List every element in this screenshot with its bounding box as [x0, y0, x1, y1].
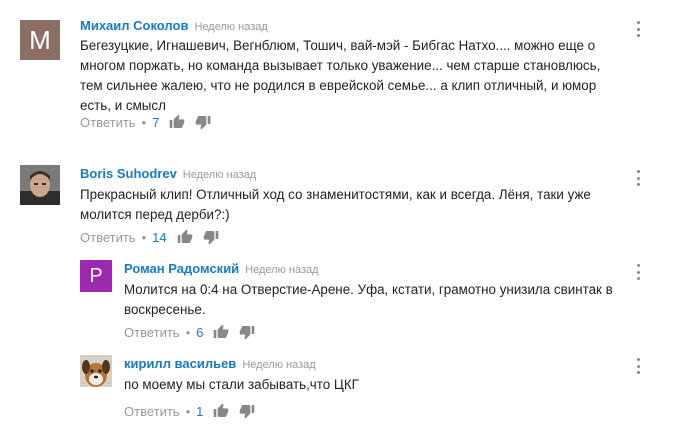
comment-header: Михаил Соколов Неделю назад [80, 17, 268, 35]
like-count: 1 [196, 403, 204, 419]
comment-time[interactable]: Неделю назад [183, 169, 256, 181]
comment-text-line: есть, и смысл [80, 98, 166, 113]
comment-actions: Ответить • 1 [124, 403, 265, 419]
more-vertical-icon[interactable] [636, 170, 640, 186]
thumbs-up-icon[interactable] [213, 403, 229, 419]
comment-text-line: многом поржать, но команда вызывает толь… [80, 58, 601, 73]
comment-header: Boris Suhodrev Неделю назад [80, 165, 256, 183]
thumbs-down-icon[interactable] [203, 229, 219, 245]
person-photo-avatar [20, 165, 60, 205]
separator-dot: • [141, 229, 147, 245]
avatar-letter: P [89, 264, 103, 287]
comment-header: кирилл васильев Неделю назад [124, 355, 316, 373]
comment-actions: Ответить • 7 [80, 114, 221, 130]
reply-button[interactable]: Ответить [124, 404, 180, 419]
reply-button[interactable]: Ответить [124, 325, 180, 340]
comment-text-line: воскресенье. [124, 302, 206, 317]
comment-text: Прекрасный клип! Отличный ход со знамени… [80, 185, 640, 225]
more-vertical-icon[interactable] [636, 264, 640, 280]
more-vertical-icon[interactable] [636, 21, 640, 37]
comment-time[interactable]: Неделю назад [245, 264, 318, 276]
comment-header: Роман Радомский Неделю назад [124, 260, 319, 278]
reply-button[interactable]: Ответить [80, 230, 136, 245]
comment-author[interactable]: Роман Радомский [124, 261, 239, 276]
avatar-letter: M [29, 24, 51, 55]
separator-dot: • [185, 403, 191, 419]
like-count: 6 [196, 324, 204, 340]
comment-text: Бегезуцкие, Игнашевич, Вегнблюм, Тошич, … [80, 36, 640, 116]
thumbs-up-icon[interactable] [177, 229, 193, 245]
comment-text-line: Бегезуцкие, Игнашевич, Вегнблюм, Тошич, … [80, 38, 596, 53]
comment-author[interactable]: Михаил Соколов [80, 18, 188, 33]
avatar[interactable]: P [80, 260, 112, 292]
more-vertical-icon[interactable] [636, 358, 640, 374]
comment-actions: Ответить • 14 [80, 229, 229, 245]
comment-text-line: тем сильнее жалею, что не родился в евре… [80, 78, 597, 93]
comment-author[interactable]: Boris Suhodrev [80, 166, 177, 181]
comment-text: по моему мы стали забывать,что ЦКГ [124, 375, 634, 395]
comment-actions: Ответить • 6 [124, 324, 265, 340]
like-count: 7 [152, 114, 160, 130]
comment-time[interactable]: Неделю назад [194, 21, 267, 33]
comment-author[interactable]: кирилл васильев [124, 356, 236, 371]
thumbs-down-icon[interactable] [239, 324, 255, 340]
avatar[interactable] [20, 165, 60, 205]
avatar[interactable]: M [20, 20, 60, 60]
comment-text-line: молится перед дерби?:) [80, 207, 230, 222]
separator-dot: • [185, 324, 191, 340]
comment-text: Молится на 0:4 на Отверстие-Арене. Уфа, … [124, 280, 634, 320]
avatar[interactable] [80, 355, 112, 387]
comment-time[interactable]: Неделю назад [242, 359, 315, 371]
comment-text-line: Прекрасный клип! Отличный ход со знамени… [80, 187, 591, 202]
comment-text-line: Молится на 0:4 на Отверстие-Арене. Уфа, … [124, 282, 613, 297]
like-count: 14 [152, 229, 167, 245]
comment-text-line: по моему мы стали забывать,что ЦКГ [124, 377, 359, 392]
separator-dot: • [141, 114, 147, 130]
thumbs-up-icon[interactable] [169, 114, 185, 130]
thumbs-down-icon[interactable] [195, 114, 211, 130]
thumbs-down-icon[interactable] [239, 403, 255, 419]
reply-button[interactable]: Ответить [80, 115, 136, 130]
thumbs-up-icon[interactable] [213, 324, 229, 340]
dog-photo-avatar [80, 355, 112, 387]
